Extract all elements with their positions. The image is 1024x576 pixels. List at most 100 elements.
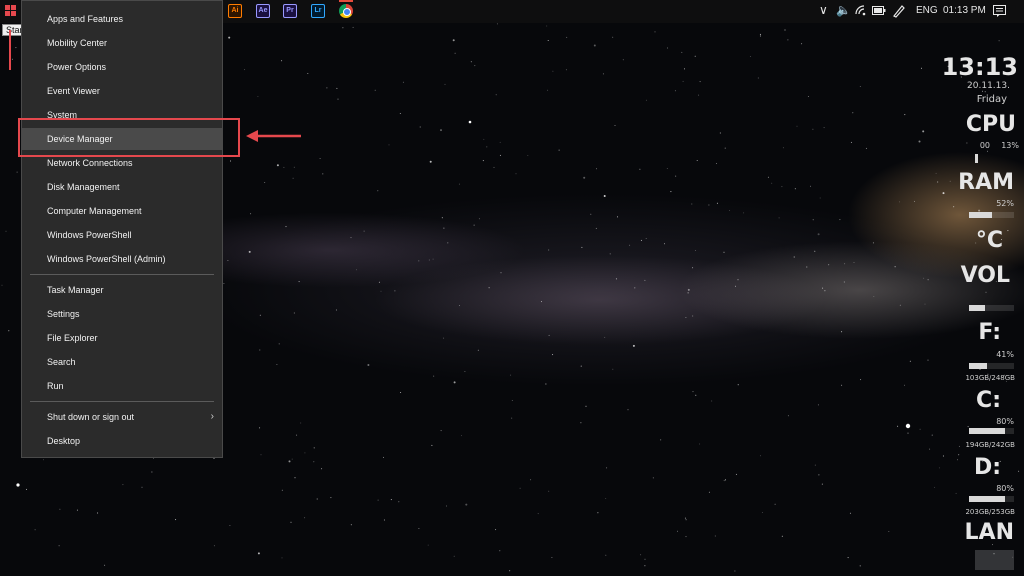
star bbox=[897, 425, 899, 427]
star bbox=[552, 354, 554, 356]
star bbox=[627, 409, 629, 411]
winx-context-menu: Apps and Features Mobility Center Power … bbox=[21, 0, 223, 458]
star bbox=[511, 417, 513, 419]
star bbox=[918, 140, 921, 143]
star bbox=[852, 112, 854, 114]
menu-item-computer-management[interactable]: Computer Management bbox=[22, 200, 222, 222]
menu-item-power-options[interactable]: Power Options bbox=[22, 56, 222, 78]
menu-item-event-viewer[interactable]: Event Viewer bbox=[22, 80, 222, 102]
star bbox=[781, 535, 783, 537]
star bbox=[873, 296, 875, 297]
star bbox=[307, 73, 309, 74]
star bbox=[958, 445, 960, 447]
widget-ram-bar bbox=[969, 212, 1014, 218]
menu-item-mobility-center[interactable]: Mobility Center bbox=[22, 32, 222, 54]
menu-item-shut-down-or-sign-out[interactable]: Shut down or sign out › bbox=[22, 406, 222, 428]
chevron-right-icon: › bbox=[210, 411, 214, 422]
star bbox=[841, 331, 843, 333]
premiere-pro-taskbar-icon[interactable]: Pr bbox=[283, 4, 297, 18]
widget-temp-label: °C bbox=[975, 228, 1003, 253]
star bbox=[546, 25, 548, 27]
star bbox=[460, 435, 462, 437]
pen-icon[interactable] bbox=[892, 4, 906, 18]
star bbox=[313, 461, 315, 463]
illustrator-taskbar-icon[interactable]: Ai bbox=[228, 4, 242, 18]
menu-item-apps-and-features[interactable]: Apps and Features bbox=[22, 8, 222, 30]
menu-item-settings[interactable]: Settings bbox=[22, 303, 222, 325]
star bbox=[440, 129, 442, 132]
menu-item-windows-powershell-admin[interactable]: Windows PowerShell (Admin) bbox=[22, 248, 222, 270]
star bbox=[26, 488, 27, 490]
notification-icon[interactable] bbox=[993, 5, 1006, 17]
menu-divider bbox=[30, 401, 214, 402]
star bbox=[760, 455, 761, 457]
star bbox=[394, 290, 396, 292]
star bbox=[259, 427, 261, 429]
start-button[interactable] bbox=[0, 0, 22, 22]
star bbox=[259, 314, 261, 316]
star bbox=[818, 474, 820, 476]
star bbox=[444, 83, 446, 85]
menu-item-desktop[interactable]: Desktop bbox=[22, 430, 222, 452]
chrome-taskbar-icon[interactable] bbox=[339, 4, 353, 18]
chevron-up-icon[interactable]: ∨ bbox=[819, 3, 828, 17]
battery-icon[interactable] bbox=[872, 6, 886, 16]
star bbox=[708, 491, 710, 493]
star bbox=[605, 554, 607, 556]
star bbox=[453, 555, 455, 557]
star bbox=[666, 168, 668, 169]
menu-item-file-explorer[interactable]: File Explorer bbox=[22, 327, 222, 349]
menu-item-windows-powershell[interactable]: Windows PowerShell bbox=[22, 224, 222, 246]
lightroom-taskbar-icon[interactable]: Lr bbox=[311, 4, 325, 18]
star bbox=[953, 206, 955, 208]
star bbox=[771, 182, 773, 184]
menu-item-task-manager[interactable]: Task Manager bbox=[22, 279, 222, 301]
star bbox=[904, 384, 905, 386]
star bbox=[921, 67, 922, 69]
after-effects-taskbar-icon[interactable]: Ae bbox=[256, 4, 270, 18]
language-indicator[interactable]: ENG bbox=[916, 5, 938, 16]
speaker-icon[interactable]: 🔈 bbox=[836, 3, 851, 17]
star bbox=[383, 456, 384, 458]
star bbox=[431, 444, 433, 446]
star bbox=[244, 69, 246, 71]
star bbox=[942, 455, 944, 457]
menu-item-search[interactable]: Search bbox=[22, 351, 222, 373]
star bbox=[761, 512, 763, 513]
star bbox=[374, 89, 376, 91]
star bbox=[547, 89, 549, 91]
star bbox=[474, 65, 476, 67]
star bbox=[1007, 230, 1009, 232]
menu-item-run[interactable]: Run bbox=[22, 375, 222, 397]
star bbox=[692, 267, 694, 269]
star bbox=[367, 364, 370, 366]
star bbox=[781, 186, 783, 188]
star bbox=[695, 394, 697, 396]
star bbox=[787, 415, 789, 417]
chrome-active-indicator bbox=[339, 0, 353, 2]
star bbox=[458, 183, 460, 185]
star bbox=[223, 283, 225, 284]
wifi-icon[interactable] bbox=[855, 5, 867, 16]
star bbox=[496, 23, 498, 25]
widget-vol-label: VOL bbox=[960, 263, 1010, 288]
taskbar-clock[interactable]: 01:13 PM bbox=[943, 5, 986, 16]
star bbox=[383, 519, 385, 521]
star bbox=[894, 266, 896, 268]
star bbox=[151, 471, 153, 473]
star bbox=[470, 61, 472, 63]
star bbox=[76, 509, 78, 511]
star bbox=[175, 519, 177, 521]
star bbox=[250, 213, 252, 215]
menu-item-disk-management[interactable]: Disk Management bbox=[22, 176, 222, 198]
star bbox=[58, 545, 60, 547]
star bbox=[352, 26, 354, 28]
star bbox=[714, 535, 716, 537]
star bbox=[153, 458, 155, 459]
star bbox=[342, 27, 344, 29]
star bbox=[806, 266, 808, 268]
star bbox=[322, 173, 324, 175]
star bbox=[473, 224, 475, 226]
star bbox=[888, 531, 890, 532]
star bbox=[583, 176, 586, 179]
